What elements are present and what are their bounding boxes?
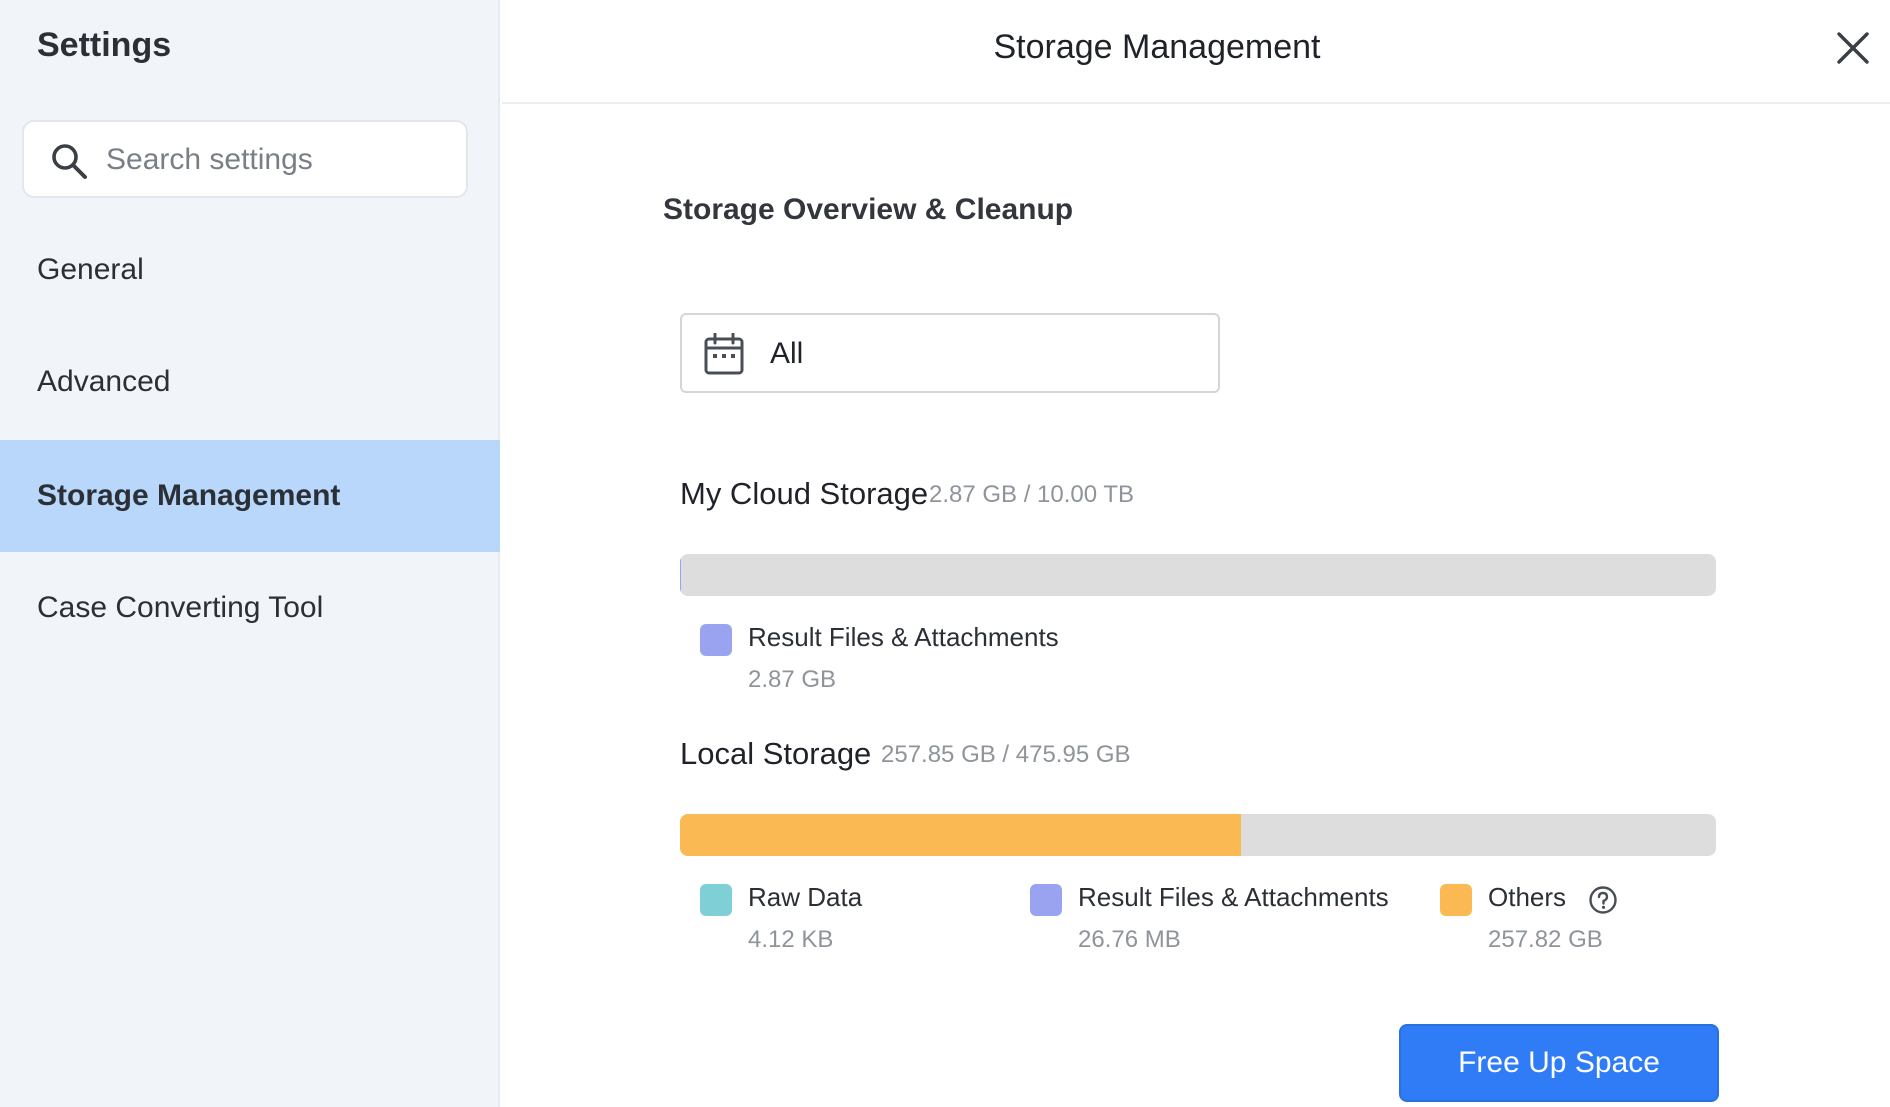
- local-legend-others: Others 257.82 GB: [1440, 882, 1700, 962]
- legend-name: Raw Data: [748, 882, 863, 912]
- date-range-value: All: [770, 337, 804, 370]
- sidebar-item-case-converting-tool[interactable]: Case Converting Tool: [0, 552, 500, 664]
- local-storage-label: Local Storage: [680, 736, 872, 771]
- cloud-legend-result-files: Result Files & Attachments 2.87 GB: [700, 622, 1120, 702]
- local-legend-raw-data: Raw Data 4.12 KB: [700, 882, 1000, 962]
- calendar-icon: [704, 333, 744, 375]
- close-icon[interactable]: [1835, 30, 1871, 66]
- search-input[interactable]: [106, 134, 446, 186]
- sidebar-item-storage-management[interactable]: Storage Management: [0, 440, 500, 552]
- cloud-storage-usage: 2.87 GB / 10.00 TB: [929, 481, 1135, 508]
- sidebar-item-label: General: [37, 253, 144, 286]
- legend-size: 4.12 KB: [748, 926, 834, 953]
- panel-header: Storage Management: [502, 0, 1890, 104]
- legend-size: 2.87 GB: [748, 666, 837, 693]
- sidebar-title: Settings: [37, 26, 172, 64]
- section-title: Storage Overview & Cleanup: [663, 193, 1074, 226]
- legend-name: Result Files & Attachments: [748, 622, 1059, 652]
- page-title: Storage Management: [993, 28, 1321, 66]
- legend-name: Result Files & Attachments: [1078, 882, 1389, 912]
- help-icon[interactable]: [1588, 885, 1618, 915]
- local-storage-bar-fill: [680, 814, 1242, 856]
- legend-swatch: [700, 884, 732, 916]
- free-up-space-button[interactable]: Free Up Space: [1399, 1024, 1719, 1102]
- legend-size: 26.76 MB: [1078, 926, 1181, 953]
- legend-swatch: [1030, 884, 1062, 916]
- legend-swatch: [1440, 884, 1472, 916]
- cloud-storage-bar: [680, 554, 1716, 596]
- cloud-storage-label: My Cloud Storage: [680, 476, 929, 511]
- local-legend-result-files: Result Files & Attachments 26.76 MB: [1030, 882, 1430, 962]
- legend-name: Others: [1488, 882, 1567, 912]
- sidebar-item-general[interactable]: General: [0, 214, 500, 326]
- local-storage-usage: 257.85 GB / 475.95 GB: [881, 741, 1131, 768]
- legend-swatch: [700, 624, 732, 656]
- date-range-select[interactable]: All: [680, 313, 1220, 393]
- search-icon: [52, 144, 87, 179]
- main-panel: Storage Management Storage Overview & Cl…: [502, 0, 1890, 1107]
- local-storage-bar: [680, 814, 1716, 856]
- sidebar-item-label: Case Converting Tool: [37, 591, 324, 624]
- sidebar-item-label: Storage Management: [37, 479, 341, 512]
- sidebar-item-advanced[interactable]: Advanced: [0, 326, 500, 438]
- settings-sidebar: Settings General Advanced Storage Manage…: [0, 0, 500, 1107]
- search-box[interactable]: [22, 120, 468, 198]
- sidebar-item-label: Advanced: [37, 365, 171, 398]
- legend-size: 257.82 GB: [1488, 926, 1603, 953]
